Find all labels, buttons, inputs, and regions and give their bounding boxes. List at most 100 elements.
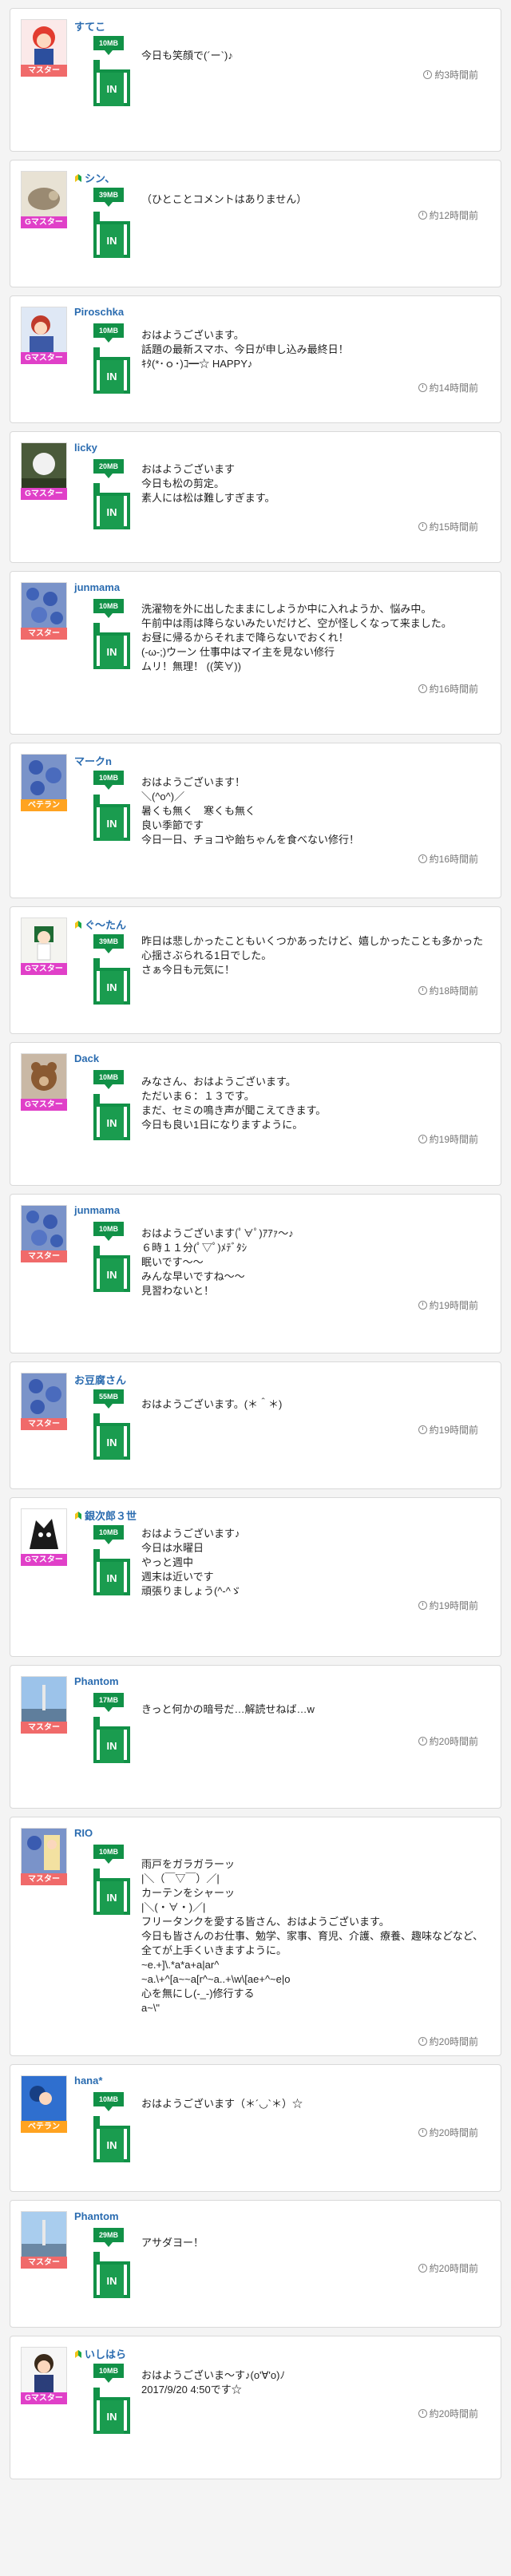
post-message: 洗濯物を外に出したままにしようか中に入れようか、悩み中。 午前中は雨は降らないみ… <box>141 603 452 672</box>
in-button[interactable]: IN <box>93 1869 130 1915</box>
user-avatar[interactable] <box>21 2347 67 2393</box>
user-name-link[interactable]: ぐ〜たん <box>74 917 126 932</box>
post-message: 雨戸をガラガラーッ |＼（￣▽￣）／| カーテンをシャーッ |＼(・∀・)／| … <box>141 1858 484 2014</box>
in-label: IN <box>100 1881 124 1915</box>
clock-icon <box>418 211 427 220</box>
user-avatar[interactable] <box>21 1676 67 1722</box>
in-button[interactable]: IN <box>93 483 130 529</box>
post-message: 昨日は悲しかったこともいくつかあったけど、嬉しかったことも多かった心揺さぶられる… <box>141 935 484 976</box>
user-avatar[interactable] <box>21 171 67 217</box>
in-button[interactable]: IN <box>93 2252 130 2298</box>
user-name: junmama <box>74 581 121 593</box>
in-label: IN <box>100 1258 124 1292</box>
post-message: おはようございます（＊´◡`＊）☆ <box>141 2098 303 2110</box>
in-button[interactable]: IN <box>93 1549 130 1595</box>
user-name: junmama <box>74 1204 121 1216</box>
post-time-text: 約20時間前 <box>429 2263 478 2274</box>
post-card: Gマスター いしはら 10MB IN おはようございま〜す♪(o'∀'o)ﾉ 2017/… <box>10 2336 501 2479</box>
in-button[interactable]: IN <box>93 623 130 669</box>
in-button[interactable]: IN <box>93 2116 130 2162</box>
user-avatar[interactable] <box>21 307 67 353</box>
post-message: きっと何かの暗号だ…解読せねば…w <box>141 1703 315 1715</box>
in-label: IN <box>100 807 124 841</box>
clock-icon <box>418 684 427 693</box>
post-time: 約16時間前 <box>418 682 478 696</box>
user-name-link[interactable]: Dack <box>74 1052 99 1064</box>
storage-mb-badge: 10MB <box>93 323 124 343</box>
in-label: IN <box>100 636 124 669</box>
user-avatar[interactable] <box>21 19 67 65</box>
in-button[interactable]: IN <box>93 1717 130 1763</box>
user-name: hana* <box>74 2075 103 2087</box>
in-button[interactable]: IN <box>93 212 130 258</box>
clock-icon <box>418 986 427 995</box>
in-button[interactable]: IN <box>93 795 130 841</box>
clock-icon <box>423 70 433 79</box>
user-avatar[interactable] <box>21 442 67 489</box>
user-avatar[interactable] <box>21 1373 67 1419</box>
post-message: おはようございます。 話題の最新スマホ、今日が申し込み最終日！ ｷﾀ(*･ｏ･)… <box>141 329 349 370</box>
user-name-link[interactable]: hana* <box>74 2075 102 2087</box>
post-time: 約18時間前 <box>418 984 478 997</box>
clock-icon <box>418 1737 427 1746</box>
post-time-text: 約20時間前 <box>429 1736 478 1747</box>
in-button[interactable]: IN <box>93 1094 130 1140</box>
user-name-link[interactable]: licky <box>74 442 97 454</box>
user-name-link[interactable]: マークn <box>74 753 112 768</box>
in-button[interactable]: IN <box>93 347 130 394</box>
beginner-leaf-icon <box>75 2350 81 2358</box>
user-avatar[interactable] <box>21 2075 67 2122</box>
user-avatar[interactable] <box>21 917 67 964</box>
user-avatar[interactable] <box>21 1053 67 1100</box>
user-name-link[interactable]: junmama <box>74 581 120 593</box>
post-card: Gマスター ぐ〜たん 39MB IN 昨日は悲しかったこともいくつかあったけど、嬉しかっ… <box>10 906 501 1034</box>
storage-mb-badge: 10MB <box>93 2092 124 2111</box>
user-avatar[interactable] <box>21 1205 67 1251</box>
post-message: おはようございます。(＊＾＊) <box>141 1398 283 1410</box>
beginner-leaf-icon <box>75 174 81 182</box>
in-button[interactable]: IN <box>93 958 130 1005</box>
user-name-link[interactable]: シン、 <box>74 170 115 185</box>
post-time-text: 約20時間前 <box>429 2036 478 2047</box>
post-message: おはようございま〜す♪(o'∀'o)ﾉ 2017/9/20 4:50です☆ <box>141 2369 285 2396</box>
in-button[interactable]: IN <box>93 1413 130 1460</box>
user-avatar[interactable] <box>21 2211 67 2257</box>
post-time: 約20時間前 <box>418 2407 478 2420</box>
rank-badge: Gマスター <box>21 963 67 975</box>
clock-icon <box>418 522 427 531</box>
in-label: IN <box>100 224 124 258</box>
user-name-link[interactable]: すてこ <box>74 18 105 34</box>
post-time: 約12時間前 <box>418 208 478 222</box>
user-avatar[interactable] <box>21 1828 67 1874</box>
post-time-text: 約16時間前 <box>429 854 478 865</box>
user-name: シン、 <box>85 172 116 184</box>
user-name-link[interactable]: Phantom <box>74 1675 119 1687</box>
user-name: Piroschka <box>74 306 125 318</box>
clock-icon <box>418 2264 427 2273</box>
rank-badge: マスター <box>21 2257 67 2269</box>
user-avatar[interactable] <box>21 754 67 800</box>
user-name-link[interactable]: junmama <box>74 1204 120 1216</box>
user-name-link[interactable]: Piroschka <box>74 306 124 318</box>
in-button[interactable]: IN <box>93 1246 130 1292</box>
user-avatar[interactable] <box>21 582 67 628</box>
in-button[interactable]: IN <box>93 2388 130 2434</box>
in-button[interactable]: IN <box>93 60 130 106</box>
rank-badge: ベテラン <box>21 799 67 811</box>
post-time: 約16時間前 <box>418 852 478 866</box>
beginner-leaf-icon <box>75 921 81 929</box>
post-time-text: 約18時間前 <box>429 985 478 997</box>
user-name-link[interactable]: Phantom <box>74 2210 119 2222</box>
rank-badge: マスター <box>21 65 67 77</box>
user-avatar[interactable] <box>21 1508 67 1555</box>
post-time-text: 約20時間前 <box>429 2408 478 2419</box>
user-name-link[interactable]: お豆腐さん <box>74 1372 126 1387</box>
post-card: マスター Phantom 29MB IN アサダヨー！ 約20時間前 <box>10 2200 501 2328</box>
storage-mb-badge: 10MB <box>93 1845 124 1864</box>
post-card: マスター すてこ 10MB IN 今日も笑顔で(´ー`)♪ 約3時間前 <box>10 8 501 152</box>
user-name-link[interactable]: いしはら <box>74 2346 126 2361</box>
user-name-link[interactable]: RIO <box>74 1827 93 1839</box>
post-time: 約19時間前 <box>418 1599 478 1612</box>
storage-mb-badge: 39MB <box>93 934 124 953</box>
user-name-link[interactable]: 銀次郎３世 <box>74 1508 137 1523</box>
